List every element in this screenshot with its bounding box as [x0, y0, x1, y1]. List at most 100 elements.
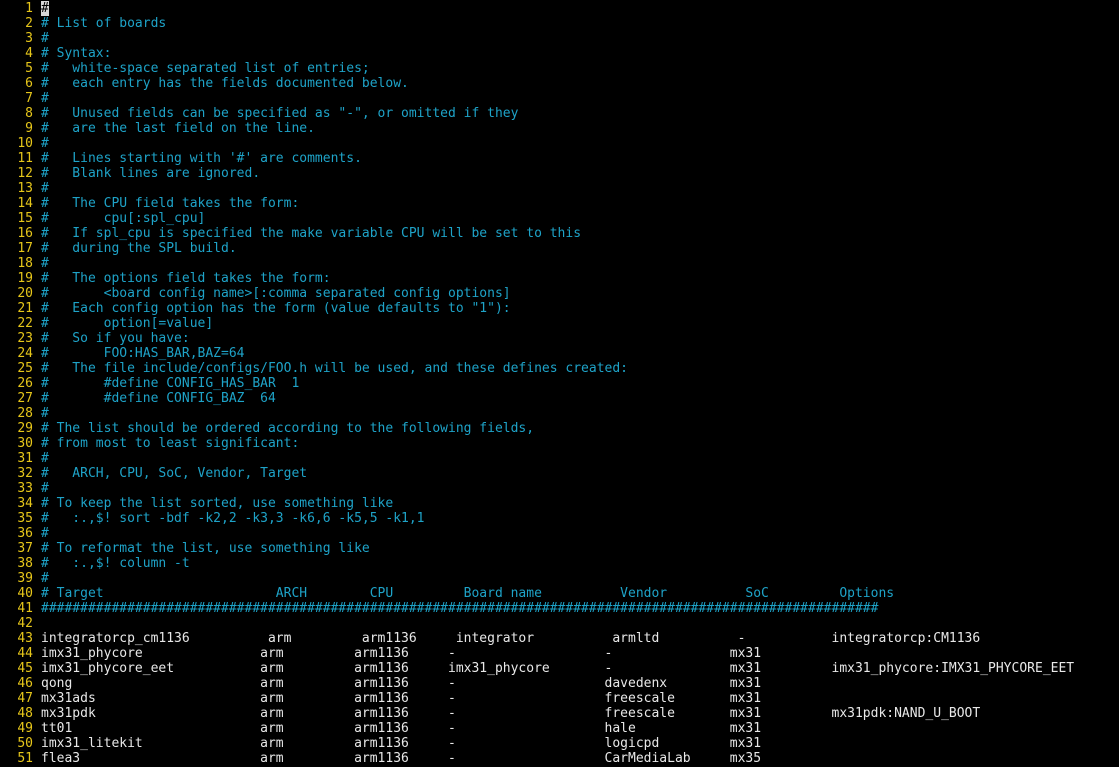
- editor-line[interactable]: 41 ######################################…: [0, 601, 1119, 616]
- editor-line[interactable]: 44 imx31_phycore arm arm1136 - - mx31: [0, 646, 1119, 661]
- editor-line[interactable]: 5 # white-space separated list of entries…: [0, 61, 1119, 76]
- comment-text[interactable]: # To keep the list sorted, use something…: [41, 496, 393, 511]
- editor-line[interactable]: 26 # #define CONFIG_HAS_BAR 1: [0, 376, 1119, 391]
- editor-line[interactable]: 34 # To keep the list sorted, use somethi…: [0, 496, 1119, 511]
- editor-line[interactable]: 9 # are the last field on the line.: [0, 121, 1119, 136]
- comment-text[interactable]: # are the last field on the line.: [41, 121, 315, 136]
- board-entry-text[interactable]: imx31_phycore arm arm1136 - - mx31: [41, 646, 761, 661]
- editor-line[interactable]: 45 imx31_phycore_eet arm arm1136 imx31_ph…: [0, 661, 1119, 676]
- editor-line[interactable]: 16 # If spl_cpu is specified the make var…: [0, 226, 1119, 241]
- editor-line[interactable]: 51 flea3 arm arm1136 - CarMediaLab mx35: [0, 751, 1119, 766]
- comment-text[interactable]: # :.,$! column -t: [41, 556, 190, 571]
- board-entry-text[interactable]: mx31ads arm arm1136 - freescale mx31: [41, 691, 761, 706]
- comment-text[interactable]: # #define CONFIG_BAZ 64: [41, 391, 276, 406]
- editor-line[interactable]: 6 # each entry has the fields documented …: [0, 76, 1119, 91]
- comment-text[interactable]: # ARCH, CPU, SoC, Vendor, Target: [41, 466, 307, 481]
- editor-line[interactable]: 19 # The options field takes the form:: [0, 271, 1119, 286]
- editor-line[interactable]: 4 # Syntax:: [0, 46, 1119, 61]
- comment-text[interactable]: # The options field takes the form:: [41, 271, 331, 286]
- board-entry-text[interactable]: flea3 arm arm1136 - CarMediaLab mx35: [41, 751, 761, 766]
- editor-line[interactable]: 36 #: [0, 526, 1119, 541]
- comment-text[interactable]: #: [41, 136, 49, 151]
- comment-text[interactable]: ########################################…: [41, 601, 878, 616]
- comment-text[interactable]: #: [41, 181, 49, 196]
- editor-line[interactable]: 38 # :.,$! column -t: [0, 556, 1119, 571]
- comment-text[interactable]: # #define CONFIG_HAS_BAR 1: [41, 376, 299, 391]
- comment-text[interactable]: # cpu[:spl_cpu]: [41, 211, 205, 226]
- comment-text[interactable]: # white-space separated list of entries;: [41, 61, 370, 76]
- comment-text[interactable]: # from most to least significant:: [41, 436, 299, 451]
- editor-line[interactable]: 24 # FOO:HAS_BAR,BAZ=64: [0, 346, 1119, 361]
- editor-line[interactable]: 3 #: [0, 31, 1119, 46]
- editor-line[interactable]: 15 # cpu[:spl_cpu]: [0, 211, 1119, 226]
- editor-line[interactable]: 8 # Unused fields can be specified as "-"…: [0, 106, 1119, 121]
- editor-line[interactable]: 11 # Lines starting with '#' are comments…: [0, 151, 1119, 166]
- editor-line[interactable]: 35 # :.,$! sort -bdf -k2,2 -k3,3 -k6,6 -k…: [0, 511, 1119, 526]
- editor-line[interactable]: 18 #: [0, 256, 1119, 271]
- comment-text[interactable]: # So if you have:: [41, 331, 190, 346]
- editor-line[interactable]: 40 # Target ARCH CPU Board name Vendor So…: [0, 586, 1119, 601]
- editor-line[interactable]: 20 # <board config name>[:comma separated…: [0, 286, 1119, 301]
- editor-line[interactable]: 48 mx31pdk arm arm1136 - freescale mx31 m…: [0, 706, 1119, 721]
- editor-line[interactable]: 49 tt01 arm arm1136 - hale mx31: [0, 721, 1119, 736]
- comment-text[interactable]: # Lines starting with '#' are comments.: [41, 151, 362, 166]
- comment-text[interactable]: # The list should be ordered according t…: [41, 421, 534, 436]
- comment-text[interactable]: #: [41, 256, 49, 271]
- editor-line[interactable]: 21 # Each config option has the form (val…: [0, 301, 1119, 316]
- editor-line[interactable]: 7 #: [0, 91, 1119, 106]
- editor-line[interactable]: 28 #: [0, 406, 1119, 421]
- editor-line[interactable]: 22 # option[=value]: [0, 316, 1119, 331]
- comment-text[interactable]: #: [41, 91, 49, 106]
- editor-line[interactable]: 23 # So if you have:: [0, 331, 1119, 346]
- editor-line[interactable]: 32 # ARCH, CPU, SoC, Vendor, Target: [0, 466, 1119, 481]
- comment-text[interactable]: # If spl_cpu is specified the make varia…: [41, 226, 581, 241]
- vim-editor[interactable]: 1 #2 # List of boards 3 #4 # Syntax: 5 # white-…: [0, 0, 1119, 767]
- editor-line[interactable]: 29 # The list should be ordered according…: [0, 421, 1119, 436]
- editor-line[interactable]: 1 #: [0, 1, 1119, 16]
- comment-text[interactable]: #: [41, 481, 49, 496]
- comment-text[interactable]: #: [41, 406, 49, 421]
- comment-text[interactable]: #: [41, 571, 49, 586]
- comment-text[interactable]: # Target ARCH CPU Board name Vendor SoC …: [41, 586, 894, 601]
- comment-text[interactable]: #: [41, 526, 49, 541]
- editor-line[interactable]: 12 # Blank lines are ignored.: [0, 166, 1119, 181]
- editor-line[interactable]: 47 mx31ads arm arm1136 - freescale mx31: [0, 691, 1119, 706]
- comment-text[interactable]: #: [41, 31, 49, 46]
- comment-text[interactable]: # Unused fields can be specified as "-",…: [41, 106, 518, 121]
- comment-text[interactable]: # FOO:HAS_BAR,BAZ=64: [41, 346, 245, 361]
- editor-line[interactable]: 14 # The CPU field takes the form:: [0, 196, 1119, 211]
- comment-text[interactable]: # The CPU field takes the form:: [41, 196, 299, 211]
- editor-line[interactable]: 42: [0, 616, 1119, 631]
- comment-text[interactable]: # during the SPL build.: [41, 241, 237, 256]
- editor-line[interactable]: 17 # during the SPL build.: [0, 241, 1119, 256]
- comment-text[interactable]: #: [41, 451, 49, 466]
- comment-text[interactable]: # option[=value]: [41, 316, 213, 331]
- board-entry-text[interactable]: imx31_phycore_eet arm arm1136 imx31_phyc…: [41, 661, 1074, 676]
- comment-text[interactable]: # :.,$! sort -bdf -k2,2 -k3,3 -k6,6 -k5,…: [41, 511, 425, 526]
- board-entry-text[interactable]: imx31_litekit arm arm1136 - logicpd mx31: [41, 736, 761, 751]
- editor-line[interactable]: 27 # #define CONFIG_BAZ 64: [0, 391, 1119, 406]
- editor-line[interactable]: 13 #: [0, 181, 1119, 196]
- editor-line[interactable]: 2 # List of boards: [0, 16, 1119, 31]
- board-entry-text[interactable]: tt01 arm arm1136 - hale mx31: [41, 721, 761, 736]
- editor-line[interactable]: 33 #: [0, 481, 1119, 496]
- comment-text[interactable]: # To reformat the list, use something li…: [41, 541, 370, 556]
- editor-line[interactable]: 25 # The file include/configs/FOO.h will …: [0, 361, 1119, 376]
- comment-text[interactable]: #: [41, 1, 49, 16]
- board-entry-text[interactable]: qong arm arm1136 - davedenx mx31: [41, 676, 761, 691]
- comment-text[interactable]: # List of boards: [41, 16, 166, 31]
- editor-line[interactable]: 37 # To reformat the list, use something …: [0, 541, 1119, 556]
- board-entry-text[interactable]: mx31pdk arm arm1136 - freescale mx31 mx3…: [41, 706, 980, 721]
- comment-text[interactable]: # Syntax:: [41, 46, 111, 61]
- comment-text[interactable]: # Blank lines are ignored.: [41, 166, 260, 181]
- comment-text[interactable]: # each entry has the fields documented b…: [41, 76, 409, 91]
- editor-line[interactable]: 30 # from most to least significant:: [0, 436, 1119, 451]
- editor-line[interactable]: 39 #: [0, 571, 1119, 586]
- comment-text[interactable]: # Each config option has the form (value…: [41, 301, 511, 316]
- board-entry-text[interactable]: integratorcp_cm1136 arm arm1136 integrat…: [41, 631, 980, 646]
- editor-line[interactable]: 31 #: [0, 451, 1119, 466]
- comment-text[interactable]: # <board config name>[:comma separated c…: [41, 286, 511, 301]
- editor-line[interactable]: 43 integratorcp_cm1136 arm arm1136 integr…: [0, 631, 1119, 646]
- editor-line[interactable]: 50 imx31_litekit arm arm1136 - logicpd mx…: [0, 736, 1119, 751]
- editor-line[interactable]: 10 #: [0, 136, 1119, 151]
